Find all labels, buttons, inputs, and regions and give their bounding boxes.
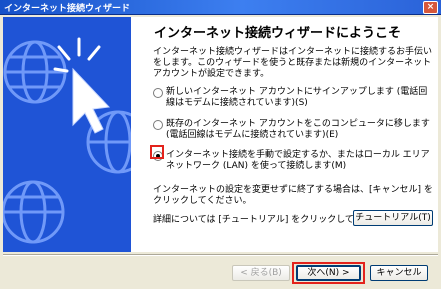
radio-highlight	[150, 145, 164, 159]
option-signup-label[interactable]: 新しいインターネット アカウントにサインアップします (電話回線はモデムに接続さ…	[166, 87, 432, 109]
option-transfer-label[interactable]: 既存のインターネット アカウントをこのコンピュータに移します (電話回線はモデム…	[166, 119, 432, 141]
tutorial-note: 詳細については [チュートリアル] をクリックしてください。	[153, 215, 399, 225]
globe-cursor-icon	[3, 37, 131, 244]
radio-transfer[interactable]	[153, 120, 163, 130]
page-title: インターネット接続ウィザードにようこそ	[154, 26, 402, 41]
option-manual-label[interactable]: インターネット接続を手動で設定するか、またはローカル エリア ネットワーク (L…	[166, 150, 432, 172]
title-bar: インターネット接続ウィザード ×	[0, 0, 441, 15]
back-button[interactable]: < 戻る(B)	[232, 265, 290, 281]
wizard-graphic	[3, 17, 131, 252]
window-title: インターネット接続ウィザード	[4, 4, 131, 14]
intro-text: インターネット接続ウィザードはインターネットに接続するお手伝いをします。このウィ…	[153, 47, 433, 79]
radio-signup[interactable]	[153, 88, 163, 98]
wizard-window: インターネット接続ウィザード × インターネット接続ウィザードにようこそ インタ…	[0, 0, 441, 289]
cancel-note: インターネットの設定を変更せずに終了する場合は、[キャンセル] をクリックしてく…	[153, 185, 433, 206]
cancel-button[interactable]: キャンセル	[370, 265, 428, 281]
close-button[interactable]: ×	[423, 1, 438, 14]
next-highlight	[292, 262, 365, 284]
wizard-content: インターネット接続ウィザードにようこそ インターネット接続ウィザードはインターネ…	[131, 17, 438, 252]
tutorial-button[interactable]: チュートリアル(T)	[353, 210, 433, 226]
footer-divider	[3, 254, 438, 256]
